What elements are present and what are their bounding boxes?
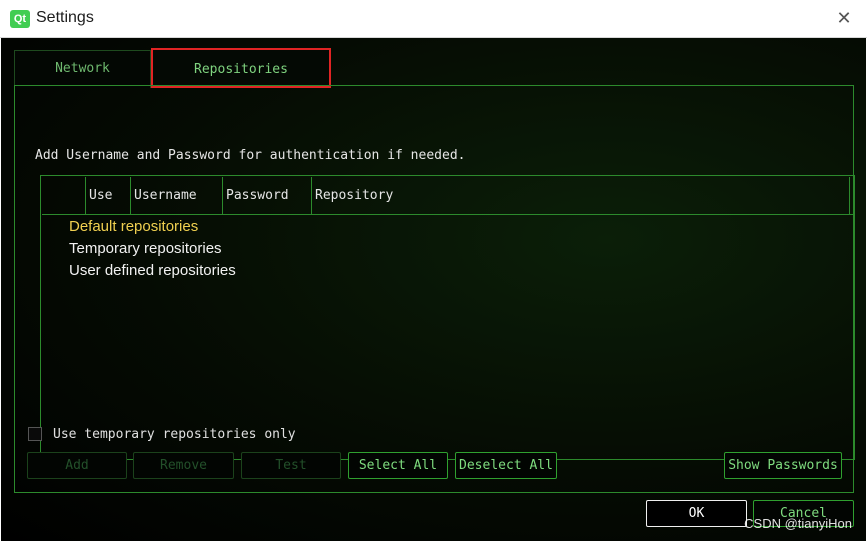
tab-repositories[interactable]: Repositories (151, 48, 331, 88)
auth-hint-text: Add Username and Password for authentica… (35, 148, 466, 163)
table-header: Use Username Password Repository (42, 177, 853, 215)
close-icon[interactable]: ✕ (829, 4, 859, 34)
column-header-filler (850, 177, 853, 214)
deselect-all-button[interactable]: Deselect All (455, 452, 557, 479)
remove-button[interactable]: Remove (133, 452, 234, 479)
column-header-password[interactable]: Password (223, 177, 312, 214)
test-button[interactable]: Test (241, 452, 341, 479)
ok-button[interactable]: OK (646, 500, 747, 527)
repositories-panel: Add Username and Password for authentica… (14, 85, 855, 493)
column-header-repository[interactable]: Repository (312, 177, 850, 214)
show-passwords-button[interactable]: Show Passwords (724, 452, 842, 479)
add-button[interactable]: Add (27, 452, 127, 479)
column-header-use[interactable]: Use (86, 177, 131, 214)
temp-repos-only-label: Use temporary repositories only (53, 426, 296, 442)
tab-network[interactable]: Network (14, 50, 151, 88)
select-all-button[interactable]: Select All (348, 452, 448, 479)
tree-item-temporary-repositories[interactable]: Temporary repositories (69, 240, 222, 257)
tree-item-default-repositories[interactable]: Default repositories (69, 218, 198, 235)
csdn-watermark: CSDN @tianyiHon (744, 516, 852, 531)
qt-logo-icon: Qt (10, 10, 30, 28)
tree-item-user-defined-repositories[interactable]: User defined repositories (69, 262, 236, 279)
window-title: Settings (36, 9, 94, 26)
column-header-blank[interactable] (42, 177, 86, 214)
settings-dialog-body: Network Repositories Add Username and Pa… (1, 38, 866, 541)
temp-repos-only-row[interactable]: Use temporary repositories only (28, 426, 296, 442)
temp-repos-only-checkbox[interactable] (28, 427, 42, 441)
column-header-username[interactable]: Username (131, 177, 223, 214)
repositories-table[interactable]: Use Username Password Repository Default… (40, 175, 855, 460)
title-bar: Qt Settings ✕ (0, 0, 867, 38)
